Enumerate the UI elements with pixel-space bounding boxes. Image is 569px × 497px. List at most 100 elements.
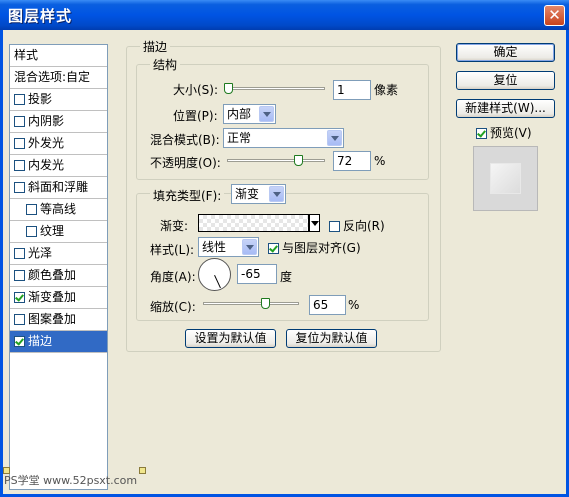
- fill-type-value: 渐变: [235, 187, 260, 201]
- triangle-down-icon: [311, 221, 319, 226]
- gradient-dropdown-button[interactable]: [309, 214, 320, 232]
- style-item-checkbox[interactable]: [14, 160, 25, 171]
- watermark: PS学堂 www.52psxt.com: [4, 474, 138, 487]
- angle-needle: [214, 275, 221, 289]
- style-item-label: 图案叠加: [28, 312, 77, 326]
- opacity-label: 不透明度(O):: [150, 156, 221, 170]
- style-item-checkbox[interactable]: [14, 116, 25, 127]
- style-item[interactable]: 斜面和浮雕: [10, 177, 107, 199]
- style-item-checkbox[interactable]: [14, 138, 25, 149]
- scale-unit: %: [348, 298, 360, 312]
- reset-button[interactable]: 复位: [456, 71, 555, 90]
- set-default-button[interactable]: 设置为默认值: [185, 329, 276, 348]
- new-style-button[interactable]: 新建样式(W)...: [456, 99, 555, 118]
- scale-slider-thumb[interactable]: [261, 298, 271, 309]
- fill-type-label: 填充类型(F):: [150, 187, 225, 204]
- reverse-checkbox[interactable]: 反向(R): [329, 217, 385, 234]
- styles-list: 样式 混合选项:自定 投影内阴影外发光内发光斜面和浮雕等高线纹理光泽颜色叠加渐变…: [9, 44, 108, 490]
- ok-button[interactable]: 确定: [456, 43, 555, 62]
- size-slider-thumb[interactable]: [223, 83, 233, 94]
- align-label: 与图层对齐(G): [282, 241, 361, 255]
- style-item[interactable]: 内阴影: [10, 111, 107, 133]
- style-item-checkbox[interactable]: [14, 314, 25, 325]
- style-item-label: 纹理: [40, 224, 65, 238]
- size-slider-track[interactable]: [227, 87, 325, 90]
- gradient-preview[interactable]: [198, 214, 309, 232]
- style-item[interactable]: 光泽: [10, 243, 107, 265]
- size-label: 大小(S):: [173, 83, 219, 97]
- position-value: 内部: [227, 107, 252, 121]
- style-item[interactable]: 外发光: [10, 133, 107, 155]
- style-item-label: 描边: [28, 334, 53, 348]
- size-input[interactable]: 1: [333, 80, 371, 100]
- style-item[interactable]: 图案叠加: [10, 309, 107, 331]
- style-item-checkbox[interactable]: [26, 226, 37, 237]
- position-select[interactable]: 内部: [223, 104, 276, 124]
- reset-default-button[interactable]: 复位为默认值: [286, 329, 377, 348]
- opacity-slider-track[interactable]: [227, 159, 325, 162]
- size-unit: 像素: [374, 83, 399, 97]
- style-preview: [473, 146, 538, 211]
- style-item-checkbox[interactable]: [14, 336, 25, 347]
- angle-unit: 度: [280, 270, 293, 284]
- styles-header[interactable]: 样式: [10, 45, 107, 67]
- style-item-checkbox[interactable]: [26, 204, 37, 215]
- gradient-label: 渐变:: [160, 219, 189, 233]
- chevron-down-icon: [269, 186, 284, 202]
- blend-mode-label: 混合模式(B):: [150, 133, 220, 147]
- styles-header-label: 样式: [14, 48, 39, 62]
- preview-check-icon: [476, 128, 487, 139]
- structure-title: 结构: [150, 56, 181, 73]
- reverse-label: 反向(R): [343, 219, 385, 233]
- close-button[interactable]: ✕: [544, 5, 565, 26]
- style-item-label: 渐变叠加: [28, 290, 77, 304]
- title-bar[interactable]: [0, 0, 569, 30]
- blend-options-item[interactable]: 混合选项:自定: [10, 67, 107, 89]
- opacity-unit: %: [374, 154, 386, 168]
- scale-input[interactable]: 65: [309, 295, 346, 315]
- style-select[interactable]: 线性: [198, 237, 259, 257]
- style-item-label: 等高线: [40, 202, 77, 216]
- angle-input[interactable]: -65: [237, 264, 277, 284]
- opacity-slider-thumb[interactable]: [293, 155, 303, 166]
- style-item-checkbox[interactable]: [14, 94, 25, 105]
- chevron-down-icon: [327, 130, 342, 146]
- style-item-checkbox[interactable]: [14, 182, 25, 193]
- chevron-down-icon: [259, 106, 274, 122]
- style-item-label: 颜色叠加: [28, 268, 77, 282]
- style-item-label: 内阴影: [28, 114, 65, 128]
- style-item[interactable]: 渐变叠加: [10, 287, 107, 309]
- scale-label: 缩放(C):: [150, 300, 196, 314]
- scale-slider-track[interactable]: [203, 302, 299, 305]
- align-with-layer-checkbox[interactable]: 与图层对齐(G): [268, 239, 361, 256]
- opacity-input[interactable]: 72: [333, 151, 371, 171]
- style-item[interactable]: 颜色叠加: [10, 265, 107, 287]
- style-item[interactable]: 投影: [10, 89, 107, 111]
- style-item[interactable]: 内发光: [10, 155, 107, 177]
- style-item-checkbox[interactable]: [14, 248, 25, 259]
- style-item-label: 光泽: [28, 246, 53, 260]
- reverse-check-icon: [329, 221, 340, 232]
- preview-label: 预览(V): [490, 126, 532, 140]
- style-item-checkbox[interactable]: [14, 270, 25, 281]
- preview-swatch: [490, 163, 521, 194]
- corner-marker: [139, 467, 146, 474]
- blend-mode-value: 正常: [227, 131, 252, 145]
- angle-label: 角度(A):: [150, 270, 196, 284]
- blend-mode-select[interactable]: 正常: [223, 128, 344, 148]
- angle-dial[interactable]: [198, 258, 231, 291]
- position-label: 位置(P):: [173, 109, 218, 123]
- style-item-label: 斜面和浮雕: [28, 180, 89, 194]
- style-item-label: 外发光: [28, 136, 65, 150]
- style-item-checkbox[interactable]: [14, 292, 25, 303]
- blend-options-label: 混合选项:自定: [14, 70, 91, 84]
- stroke-section-title: 描边: [140, 38, 171, 55]
- preview-checkbox[interactable]: 预览(V): [476, 124, 532, 141]
- fill-type-select[interactable]: 渐变: [231, 184, 286, 204]
- window-title: 图层样式: [8, 7, 73, 25]
- style-item-label: 内发光: [28, 158, 65, 172]
- chevron-down-icon: [242, 239, 257, 255]
- style-item[interactable]: 描边: [10, 331, 107, 353]
- style-item[interactable]: 等高线: [10, 199, 107, 221]
- style-item[interactable]: 纹理: [10, 221, 107, 243]
